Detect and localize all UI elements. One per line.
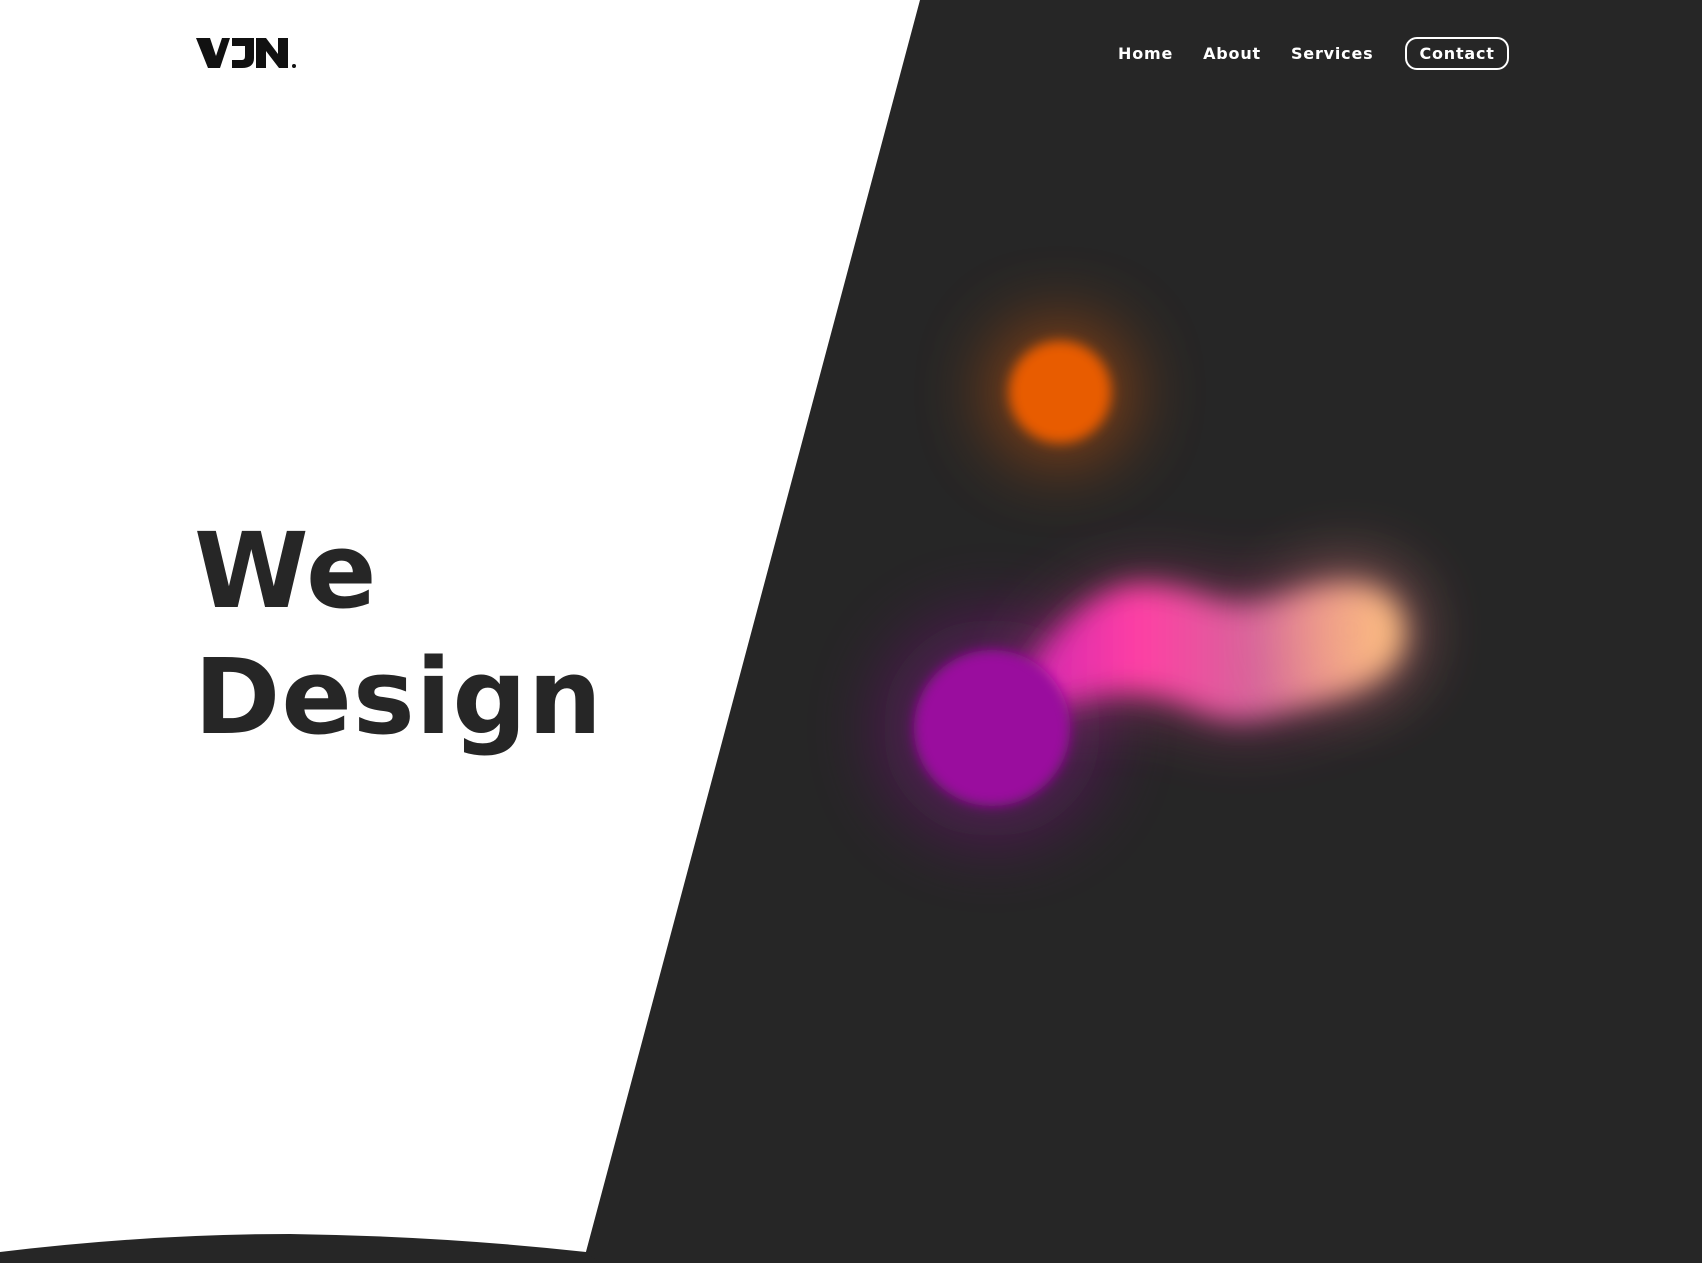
contact-button[interactable]: Contact bbox=[1405, 36, 1509, 70]
purple-core bbox=[914, 650, 1070, 806]
nav-home[interactable]: Home bbox=[1118, 44, 1173, 63]
hero-headline: We Design bbox=[194, 508, 603, 760]
hero-line-1: We bbox=[194, 510, 378, 632]
nav-services[interactable]: Services bbox=[1291, 44, 1373, 63]
peach-blob bbox=[1288, 568, 1412, 692]
orange-blob bbox=[992, 324, 1128, 460]
vjn-wordmark-icon[interactable] bbox=[196, 36, 300, 70]
nav-about[interactable]: About bbox=[1203, 44, 1261, 63]
page: Home About Services Contact We Design bbox=[0, 0, 1702, 1263]
hero-line-2: Design bbox=[194, 636, 603, 758]
main-nav: Home About Services Contact bbox=[1118, 36, 1509, 70]
bottom-curve-band bbox=[0, 1234, 600, 1263]
